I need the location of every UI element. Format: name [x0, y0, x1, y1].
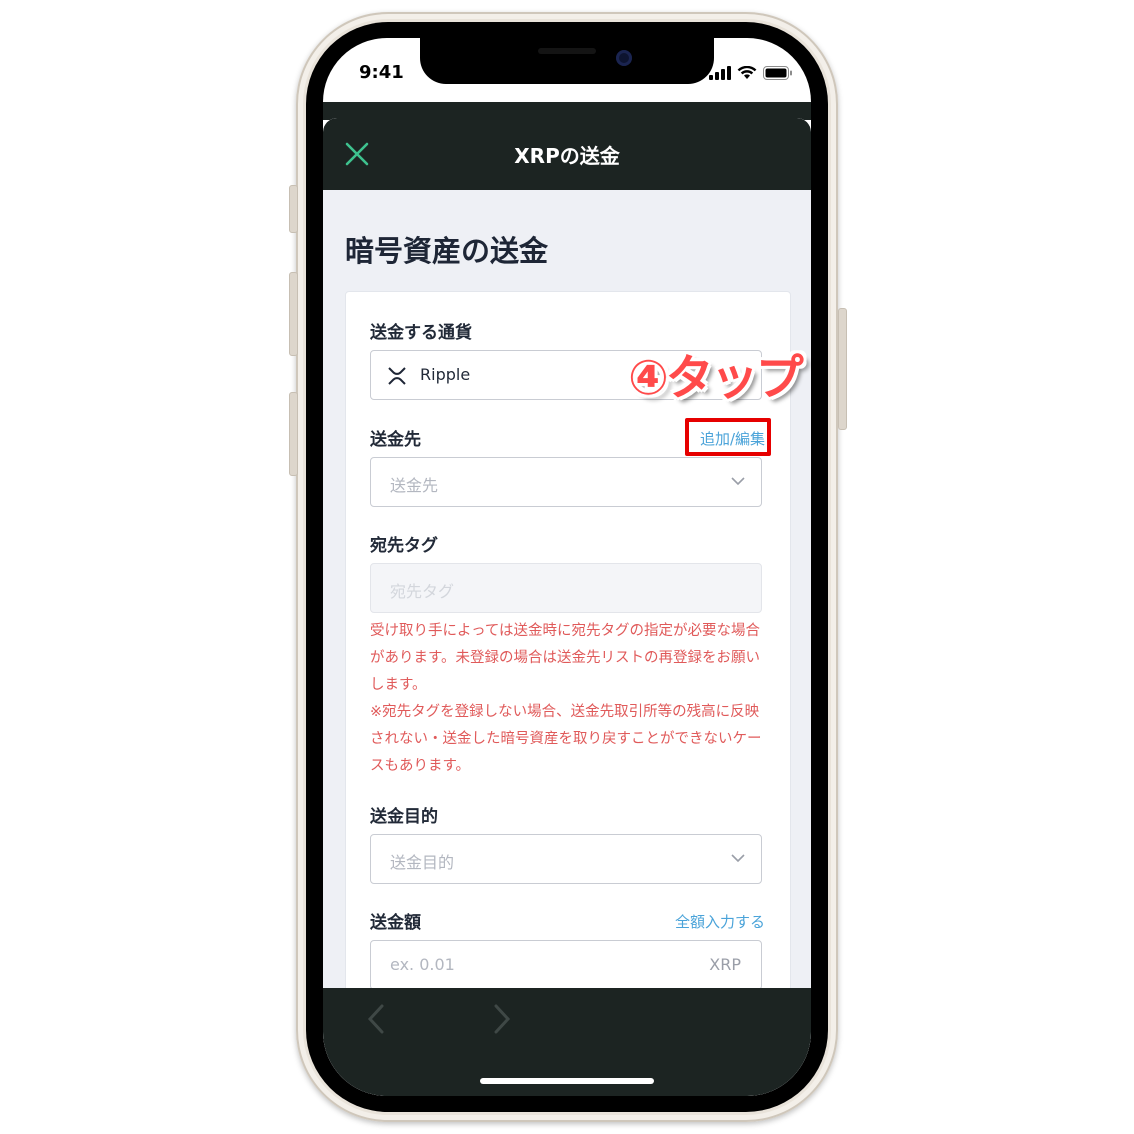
power-button	[838, 308, 847, 430]
annotation-tap-label: ④タップ	[628, 350, 804, 406]
header-bar: XRPの送金	[323, 118, 811, 190]
battery-icon	[763, 66, 792, 80]
annotation-highlight-box	[685, 418, 771, 456]
back-arrow-icon[interactable]	[365, 1002, 387, 1036]
amount-placeholder: ex. 0.01	[390, 955, 455, 974]
destination-tag-warning: 受け取り手によっては送金時に宛先タグの指定が必要な場合があります。未登録の場合は…	[370, 618, 770, 780]
warning-text-2: ※宛先タグを登録しない場合、送金先取引所等の残高に反映されない・送金した暗号資産…	[370, 704, 762, 774]
send-sheet: XRPの送金 暗号資産の送金 送金する通貨 Ripple 送金先 追加/編集 送…	[323, 118, 811, 1096]
destination-tag-input[interactable]: 宛先タグ	[370, 563, 762, 613]
destination-label: 送金先	[370, 430, 421, 450]
amount-label: 送金額	[370, 913, 421, 933]
signal-icon	[709, 66, 731, 80]
fill-all-amount-link[interactable]: 全額入力する	[675, 911, 765, 932]
status-icons	[709, 66, 793, 80]
currency-value: Ripple	[420, 365, 471, 384]
purpose-select[interactable]: 送金目的	[370, 834, 762, 884]
xrp-icon	[388, 367, 406, 385]
warning-text-1: 受け取り手によっては送金時に宛先タグの指定が必要な場合があります。未登録の場合は…	[370, 623, 761, 693]
destination-placeholder: 送金先	[390, 476, 439, 495]
header-title: XRPの送金	[514, 144, 620, 168]
page-title: 暗号資産の送金	[345, 234, 549, 268]
amount-unit: XRP	[709, 955, 741, 974]
status-time: 9:41	[359, 62, 404, 83]
amount-input[interactable]: ex. 0.01 XRP	[370, 940, 762, 990]
wifi-icon	[737, 66, 757, 79]
home-indicator	[480, 1078, 654, 1084]
notch	[420, 38, 714, 84]
speaker	[538, 48, 596, 54]
currency-label: 送金する通貨	[370, 323, 472, 343]
destination-tag-placeholder: 宛先タグ	[390, 582, 455, 601]
purpose-label: 送金目的	[370, 807, 438, 827]
volume-up-button	[289, 272, 298, 356]
front-camera	[616, 50, 632, 66]
browser-toolbar	[323, 988, 811, 1096]
tag-label: 宛先タグ	[370, 536, 438, 556]
chevron-down-icon	[731, 854, 745, 863]
chevron-down-icon	[731, 477, 745, 486]
mute-switch	[289, 185, 298, 233]
volume-down-button	[289, 392, 298, 476]
screen: 9:41 XRPの送金 暗号資産の送金 送金する通貨 Ripple 送金先 追加…	[323, 38, 811, 1096]
destination-select[interactable]: 送金先	[370, 457, 762, 507]
forward-arrow-icon[interactable]	[491, 1002, 513, 1036]
purpose-placeholder: 送金目的	[390, 853, 455, 872]
